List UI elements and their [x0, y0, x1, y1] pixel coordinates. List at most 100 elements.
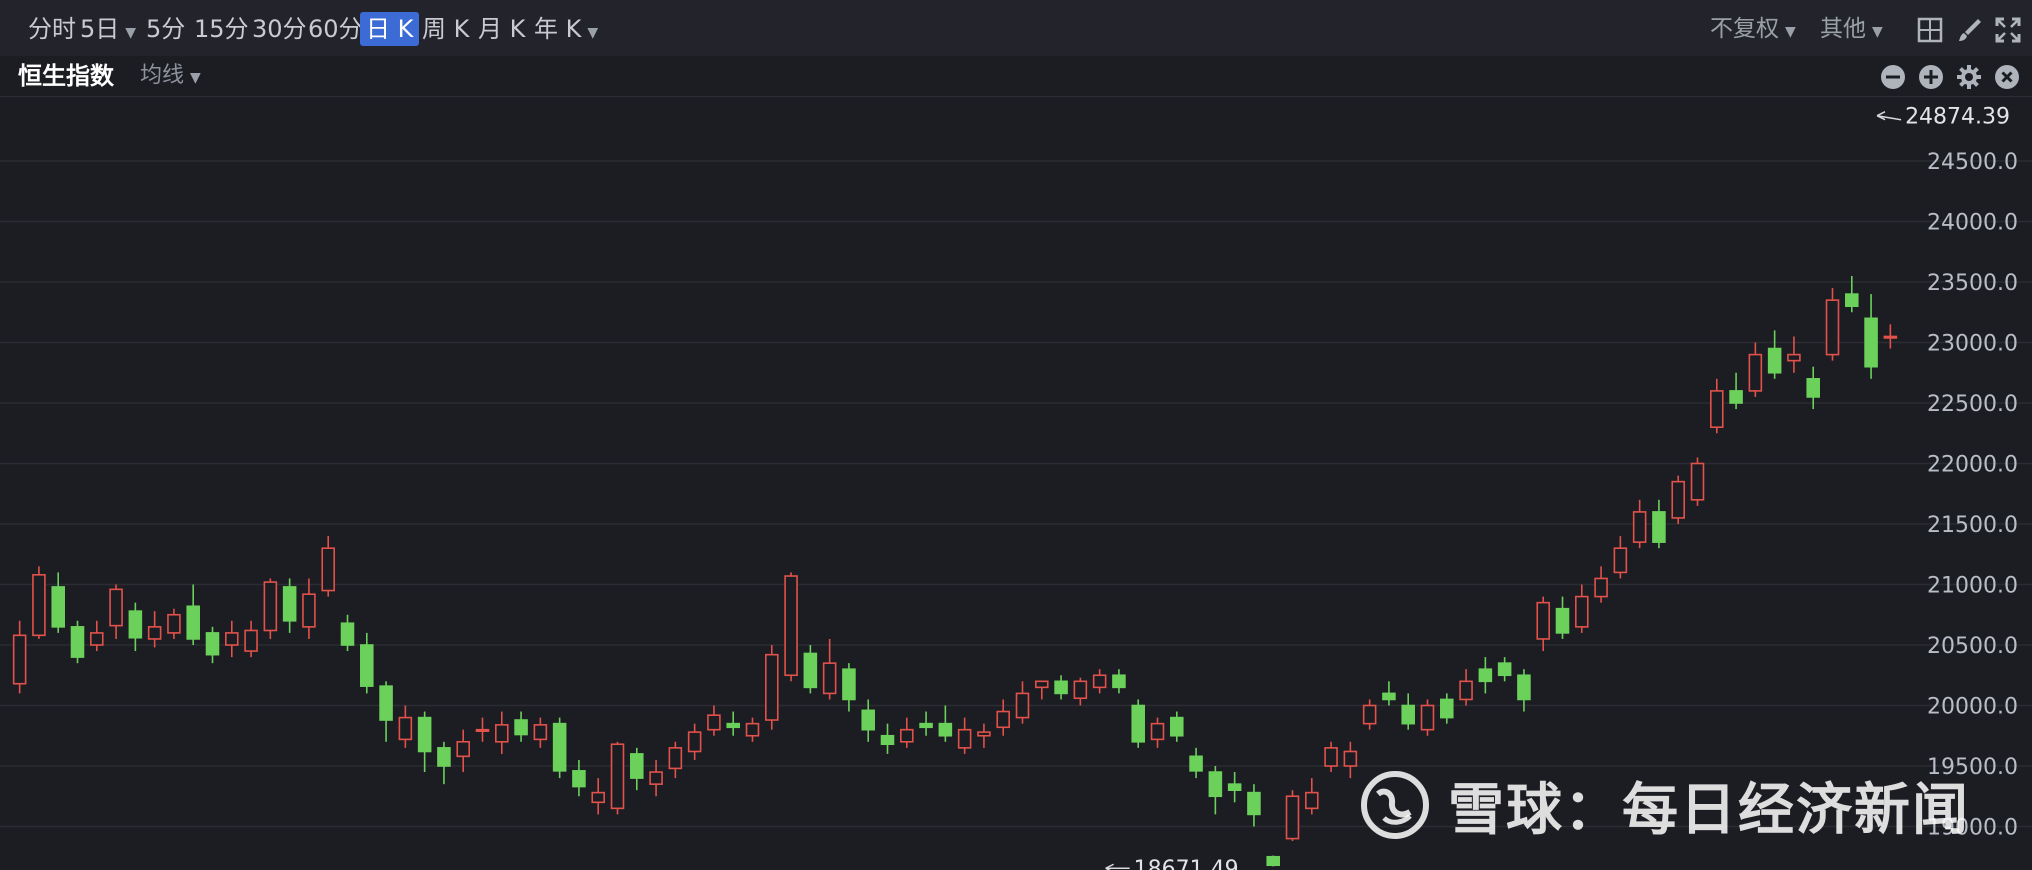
- candle: [1247, 784, 1261, 827]
- candle: [90, 620, 104, 652]
- y-tick-label: 21500.0: [1927, 513, 2018, 538]
- candle: [822, 638, 837, 700]
- grid-layout-icon[interactable]: [1916, 16, 1944, 44]
- candlestick-chart[interactable]: 24874.3918671.49 19000.019500.020000.020…: [0, 96, 2032, 870]
- candle: [1536, 596, 1550, 652]
- period-toolbar: 分时 5日 ▼ 5分 15分 30分 60分 日 K 周 K 月 K 年 K ▼ 不…: [0, 0, 2032, 56]
- chevron-down-icon: ▼: [587, 25, 599, 41]
- candle: [977, 723, 991, 748]
- y-tick-label: 23000.0: [1927, 332, 2018, 357]
- tab-5-min[interactable]: 5分: [140, 12, 191, 46]
- zoom-out-icon[interactable]: [1880, 64, 1906, 90]
- candle: [957, 717, 972, 754]
- watermark: 雪球：每日经济新闻: [1360, 770, 1970, 843]
- tab-60-min[interactable]: 60分: [302, 12, 369, 46]
- candle: [1343, 741, 1358, 779]
- tab-day-k[interactable]: 日 K: [360, 12, 420, 46]
- tab-5-day[interactable]: 5日 ▼: [74, 12, 142, 46]
- gear-icon[interactable]: [1956, 64, 1982, 90]
- candle: [1073, 677, 1088, 706]
- other-select[interactable]: 其他 ▼: [1820, 12, 1883, 46]
- candle: [1575, 584, 1589, 633]
- candle: [1150, 717, 1165, 748]
- chevron-down-icon: ▼: [1872, 24, 1883, 40]
- tab-month-k[interactable]: 月 K: [472, 12, 531, 46]
- candle: [1285, 790, 1300, 842]
- candle: [1440, 693, 1454, 724]
- candle: [552, 717, 567, 779]
- candle: [784, 572, 798, 682]
- candle: [591, 778, 605, 815]
- candle: [225, 620, 239, 658]
- candle: [32, 566, 46, 639]
- candle: [186, 584, 200, 645]
- candle: [475, 717, 490, 742]
- low-annotation: 18671.49: [1105, 857, 1239, 870]
- candle: [1131, 699, 1145, 748]
- candle: [1825, 288, 1840, 361]
- high-annotation: 24874.39: [1876, 105, 2010, 130]
- tab-year-k[interactable]: 年 K ▼: [528, 12, 604, 46]
- candle: [765, 645, 779, 730]
- y-tick-label: 20500.0: [1927, 634, 2018, 659]
- candle: [533, 717, 548, 748]
- candle: [1555, 596, 1570, 639]
- y-tick-label: 24500.0: [1927, 150, 2018, 175]
- candle: [167, 608, 181, 639]
- candle: [900, 717, 914, 748]
- candle: [1613, 536, 1628, 579]
- candle: [282, 578, 297, 633]
- candle: [1652, 499, 1666, 549]
- chevron-down-icon: ▼: [1785, 24, 1796, 40]
- candle: [1497, 657, 1512, 682]
- candle: [12, 620, 27, 694]
- candle: [1767, 330, 1782, 379]
- tab-week-k[interactable]: 周 K: [416, 12, 475, 46]
- candle: [1112, 669, 1126, 694]
- candle: [1594, 566, 1608, 603]
- candle: [321, 536, 335, 597]
- candle: [687, 723, 702, 760]
- candle: [379, 681, 393, 742]
- candle: [726, 711, 740, 736]
- y-tick-label: 22500.0: [1927, 392, 2018, 417]
- candle: [1092, 669, 1107, 694]
- adjust-select[interactable]: 不复权 ▼: [1710, 12, 1796, 46]
- candle: [1710, 378, 1724, 434]
- fullscreen-icon[interactable]: [1994, 16, 2022, 44]
- candle: [1227, 772, 1242, 803]
- candle: [398, 705, 413, 748]
- candle: [1632, 499, 1647, 549]
- candle: [263, 578, 278, 639]
- y-tick-label: 22000.0: [1927, 453, 2018, 478]
- pane-header: 恒生指数 均线 ▼: [0, 56, 2032, 97]
- candle: [1305, 778, 1319, 815]
- candle: [360, 632, 374, 694]
- candle: [1729, 372, 1743, 410]
- candle: [707, 705, 721, 736]
- y-tick-label: 24000.0: [1927, 211, 2018, 236]
- close-icon[interactable]: [1994, 64, 2020, 90]
- candle: [1864, 294, 1878, 379]
- candle: [880, 723, 895, 754]
- candle: [244, 620, 258, 658]
- annotation-label: 18671.49: [1134, 857, 1239, 870]
- candle: [1208, 766, 1223, 815]
- y-tick-label: 21000.0: [1927, 574, 2018, 599]
- candle: [803, 645, 818, 694]
- ma-select[interactable]: 均线 ▼: [140, 58, 201, 96]
- y-tick-label: 20000.0: [1927, 695, 2018, 720]
- tab-15-min[interactable]: 15分: [188, 12, 255, 46]
- brush-icon[interactable]: [1956, 16, 1984, 44]
- candle: [1054, 675, 1068, 700]
- tab-intraday[interactable]: 分时: [22, 12, 82, 46]
- y-tick-label: 23500.0: [1927, 271, 2018, 296]
- candle: [109, 584, 123, 639]
- candle: [70, 620, 85, 664]
- candle: [668, 741, 683, 779]
- candle: [1189, 747, 1203, 779]
- zoom-in-icon[interactable]: [1918, 64, 1944, 90]
- annotation-label: 24874.39: [1905, 105, 2010, 130]
- candle: [1170, 711, 1184, 742]
- candle: [302, 578, 316, 639]
